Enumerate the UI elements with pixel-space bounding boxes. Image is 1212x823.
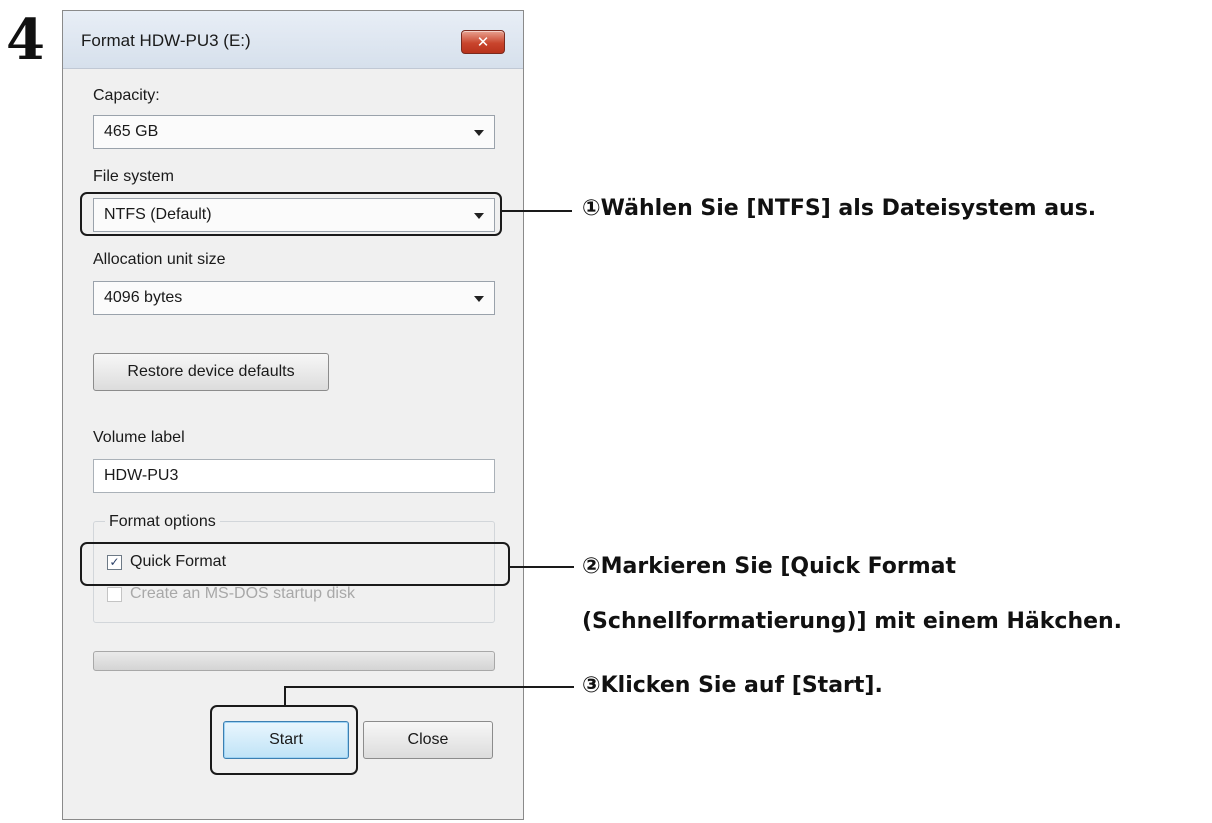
- allocation-unit-value: 4096 bytes: [104, 289, 183, 306]
- quick-format-label: Quick Format: [130, 553, 227, 570]
- chevron-down-icon: [474, 296, 484, 302]
- msdos-startup-label: Create an MS-DOS startup disk: [130, 585, 355, 602]
- format-progress-bar: [93, 651, 495, 671]
- chevron-down-icon: [474, 213, 484, 219]
- file-system-label: File system: [93, 168, 174, 185]
- capacity-label: Capacity:: [93, 87, 160, 104]
- start-button[interactable]: Start: [223, 721, 349, 759]
- allocation-unit-label: Allocation unit size: [93, 251, 226, 268]
- file-system-value: NTFS (Default): [104, 206, 212, 223]
- window-close-button[interactable]: ✕: [461, 30, 505, 54]
- close-icon: ✕: [476, 32, 490, 51]
- checkmark-icon[interactable]: ✓: [107, 554, 122, 570]
- volume-label-value: HDW-PU3: [104, 467, 179, 484]
- close-button[interactable]: Close: [363, 721, 493, 759]
- format-options-group: [93, 521, 495, 623]
- capacity-value: 465 GB: [104, 123, 159, 140]
- volume-label-input[interactable]: HDW-PU3: [93, 459, 495, 493]
- quick-format-option[interactable]: ✓ Quick Format: [107, 552, 226, 572]
- volume-label-label: Volume label: [93, 429, 185, 446]
- callout-line-3-vertical: [284, 686, 286, 705]
- callout-line-2: [510, 566, 574, 568]
- msdos-startup-option: Create an MS-DOS startup disk: [107, 584, 355, 604]
- callout-select-ntfs: ①Wählen Sie [NTFS] als Dateisystem aus.: [582, 196, 1097, 221]
- callout-line-1: [502, 210, 572, 212]
- file-system-select[interactable]: NTFS (Default): [93, 198, 495, 232]
- callout-line-3-horizontal: [284, 686, 574, 688]
- msdos-checkbox: [107, 586, 122, 602]
- callout-quick-format-line1: ②Markieren Sie [Quick Format: [582, 554, 957, 579]
- allocation-unit-select[interactable]: 4096 bytes: [93, 281, 495, 315]
- callout-click-start: ③Klicken Sie auf [Start].: [582, 673, 883, 698]
- dialog-titlebar: Format HDW-PU3 (E:) ✕: [63, 11, 523, 69]
- dialog-title: Format HDW-PU3 (E:): [81, 31, 251, 50]
- format-options-title: Format options: [105, 513, 220, 531]
- capacity-select[interactable]: 465 GB: [93, 115, 495, 149]
- format-dialog: Format HDW-PU3 (E:) ✕ Capacity: 465 GB F…: [62, 10, 524, 820]
- step-number: 4: [6, 7, 45, 73]
- restore-defaults-button[interactable]: Restore device defaults: [93, 353, 329, 391]
- callout-quick-format-line2: (Schnellformatierung)] mit einem Häkchen…: [582, 609, 1123, 634]
- chevron-down-icon: [474, 130, 484, 136]
